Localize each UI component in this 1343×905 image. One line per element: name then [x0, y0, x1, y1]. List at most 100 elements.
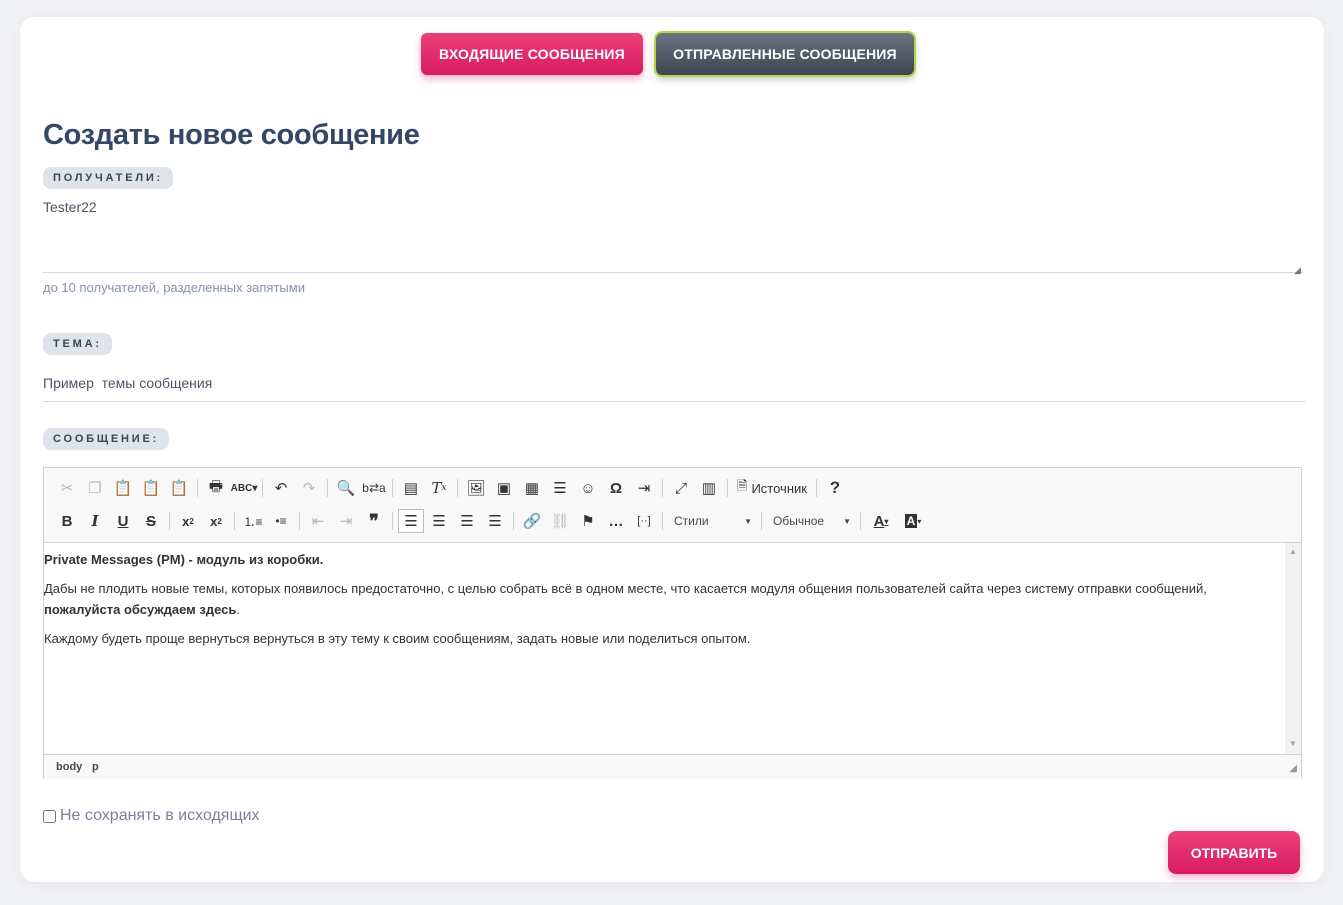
toolbar-separator	[761, 512, 762, 530]
element-path-bar: body p ◢	[44, 754, 1301, 779]
smiley-icon[interactable]: ☺	[575, 476, 601, 500]
chevron-down-icon: ▼	[843, 516, 851, 526]
no-save-label: Не сохранять в исходящих	[60, 807, 260, 824]
redo-icon[interactable]: ↷	[296, 476, 322, 500]
scroll-down-icon[interactable]: ▼	[1285, 737, 1301, 751]
toolbar-separator	[662, 479, 663, 497]
page-break-icon[interactable]: ⇥	[631, 476, 657, 500]
cut-icon[interactable]: ✂	[54, 476, 80, 500]
toolbar-separator	[457, 479, 458, 497]
recipients-label: ПОЛУЧАТЕЛИ:	[43, 167, 174, 189]
numbered-list-icon[interactable]: ⒈≡	[240, 509, 266, 533]
italic-icon[interactable]: I	[82, 509, 108, 533]
paste-text-icon[interactable]: 📋	[138, 476, 164, 500]
bold-icon[interactable]: B	[54, 509, 80, 533]
path-item-body[interactable]: body	[56, 761, 82, 773]
toolbar-separator	[299, 512, 300, 530]
help-icon[interactable]: ?	[822, 476, 848, 500]
toolbar-separator	[860, 512, 861, 530]
sent-tab-button[interactable]: ОТПРАВЛЕННЫЕ СООБЩЕНИЯ	[656, 33, 914, 75]
text-color-icon[interactable]: A ▾	[866, 509, 896, 533]
more-icon[interactable]: …	[603, 509, 629, 533]
image-icon[interactable]: 🖼	[463, 476, 489, 500]
bullet-list-icon[interactable]: •≡	[268, 509, 294, 533]
content-text: Дабы не плодить новые темы, которых появ…	[44, 581, 1207, 596]
align-left-icon[interactable]: ☰	[398, 509, 424, 533]
source-icon: 🗎	[737, 478, 748, 493]
message-label: СООБЩЕНИЕ:	[43, 428, 170, 450]
blockquote-icon[interactable]: ❞	[361, 509, 387, 533]
align-right-icon[interactable]: ☰	[454, 509, 480, 533]
paste-icon[interactable]: 📋	[110, 476, 136, 500]
paste-word-icon[interactable]: 📋	[166, 476, 192, 500]
unlink-icon[interactable]: ⛓	[547, 509, 573, 533]
rich-text-editor: ✂ ❐ 📋 📋 📋 🖶 ABC▾ ↶ ↷ 🔍 b⇄a ▤ Tx 🖼 ▣ ▦ ☰ …	[43, 467, 1302, 779]
toolbar-separator	[197, 479, 198, 497]
toolbar-separator	[169, 512, 170, 530]
toolbar-separator	[513, 512, 514, 530]
superscript-icon[interactable]: x2	[203, 509, 229, 533]
select-all-icon[interactable]: ▤	[398, 476, 424, 500]
editor-content[interactable]: Private Messages (PM) - модуль из коробк…	[44, 543, 1285, 753]
toolbar-separator	[327, 479, 328, 497]
align-justify-icon[interactable]: ☰	[482, 509, 508, 533]
content-paragraph: Каждому будеть проще вернуться вернуться…	[44, 628, 1285, 649]
toolbar-separator	[392, 512, 393, 530]
align-center-icon[interactable]: ☰	[426, 509, 452, 533]
outdent-icon[interactable]: ⇤	[305, 509, 331, 533]
format-label: Обычное	[773, 514, 825, 528]
content-text: .	[236, 602, 240, 617]
show-blocks-icon[interactable]: ▥	[696, 476, 722, 500]
resize-grip-icon[interactable]: ◢	[1289, 763, 1297, 774]
chevron-down-icon: ▼	[744, 516, 752, 526]
link-icon[interactable]: 🔗	[519, 509, 545, 533]
horizontal-line-icon[interactable]: ☰	[547, 476, 573, 500]
anchor-flag-icon[interactable]: ⚑	[575, 509, 601, 533]
background-color-icon[interactable]: A ▾	[898, 509, 928, 533]
find-icon[interactable]: 🔍	[333, 476, 359, 500]
subscript-icon[interactable]: x2	[175, 509, 201, 533]
recipients-field[interactable]: Tester22	[43, 195, 1303, 273]
format-dropdown[interactable]: Обычное ▼	[767, 509, 857, 533]
inbox-tab-button[interactable]: ВХОДЯЩИЕ СООБЩЕНИЯ	[421, 33, 643, 75]
underline-icon[interactable]: U	[110, 509, 136, 533]
undo-icon[interactable]: ↶	[268, 476, 294, 500]
strikethrough-icon[interactable]: S	[138, 509, 164, 533]
content-text: Каждому будеть проще вернуться вернуться…	[44, 631, 751, 646]
content-bold-text: пожалуйста обсуждаем здесь	[44, 602, 237, 617]
editor-scrollbar[interactable]: ▲ ▼	[1285, 543, 1301, 753]
content-bold-text: Private Messages (PM) - модуль из коробк…	[44, 552, 324, 567]
no-save-checkbox[interactable]	[43, 809, 56, 823]
special-char-icon[interactable]: Ω	[603, 476, 629, 500]
page-title: Создать новое сообщение	[43, 119, 420, 151]
recipients-hint: до 10 получателей, разделенных запятыми	[43, 280, 305, 295]
toolbar-separator	[234, 512, 235, 530]
copy-icon[interactable]: ❐	[82, 476, 108, 500]
flash-icon[interactable]: ▣	[491, 476, 517, 500]
content-paragraph: Дабы не плодить новые темы, которых появ…	[44, 578, 1285, 620]
table-icon[interactable]: ▦	[519, 476, 545, 500]
source-button[interactable]: 🗎 Источник	[733, 476, 811, 500]
editor-toolbar: ✂ ❐ 📋 📋 📋 🖶 ABC▾ ↶ ↷ 🔍 b⇄a ▤ Tx 🖼 ▣ ▦ ☰ …	[44, 468, 1301, 543]
print-icon[interactable]: 🖶	[203, 476, 229, 500]
resize-grip-icon[interactable]: ◢	[1294, 265, 1304, 275]
no-save-option[interactable]: Не сохранять в исходящих	[43, 807, 260, 825]
subject-label: ТЕМА:	[43, 333, 112, 355]
styles-label: Стили	[674, 514, 709, 528]
scroll-up-icon[interactable]: ▲	[1285, 545, 1301, 559]
source-label: Источник	[751, 480, 807, 496]
toolbar-separator	[727, 479, 728, 497]
subject-input[interactable]	[43, 365, 1305, 402]
remove-format-icon[interactable]: Tx	[426, 476, 452, 500]
styles-dropdown[interactable]: Стили ▼	[668, 509, 758, 533]
toolbar-separator	[662, 512, 663, 530]
maximize-icon[interactable]: ⤢	[668, 476, 694, 500]
indent-icon[interactable]: ⇥	[333, 509, 359, 533]
replace-icon[interactable]: b⇄a	[361, 476, 387, 500]
spellcheck-icon[interactable]: ABC▾	[231, 476, 258, 500]
toolbar-separator	[815, 479, 817, 497]
code-snippet-icon[interactable]: [··]	[631, 509, 657, 533]
toolbar-separator	[392, 479, 393, 497]
send-button[interactable]: ОТПРАВИТЬ	[1168, 831, 1300, 874]
path-item-p[interactable]: p	[92, 761, 99, 773]
